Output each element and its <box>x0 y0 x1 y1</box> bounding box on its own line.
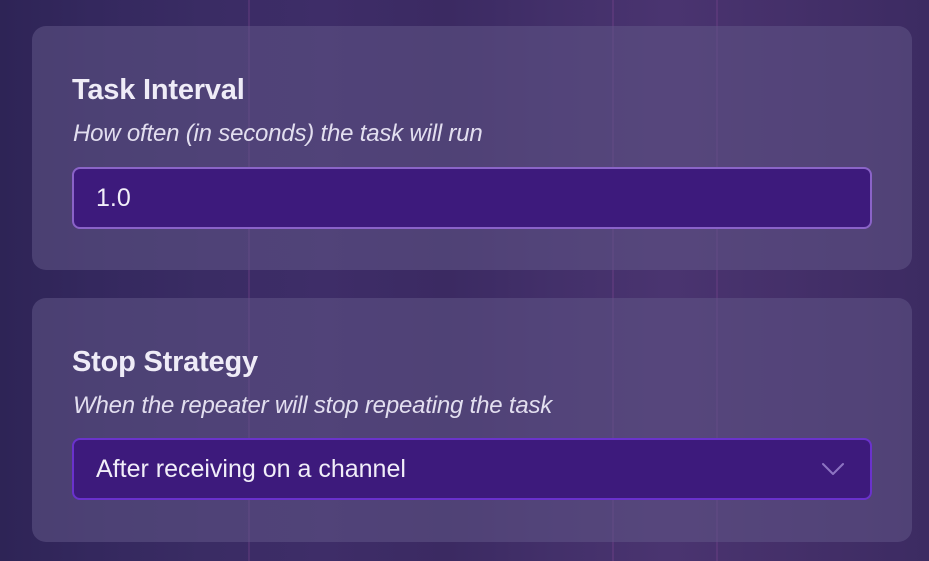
task-interval-input[interactable] <box>72 167 872 229</box>
stop-strategy-select[interactable]: After receiving on a channel <box>72 438 872 500</box>
stop-strategy-description: When the repeater will stop repeating th… <box>73 392 553 419</box>
stop-strategy-title: Stop Strategy <box>72 346 258 378</box>
chevron-down-icon <box>822 463 844 475</box>
task-interval-title: Task Interval <box>72 74 245 106</box>
stop-strategy-card: Stop Strategy When the repeater will sto… <box>32 298 912 542</box>
task-interval-card: Task Interval How often (in seconds) the… <box>32 26 912 270</box>
stop-strategy-selected-value: After receiving on a channel <box>96 454 406 483</box>
task-interval-description: How often (in seconds) the task will run <box>73 120 483 147</box>
